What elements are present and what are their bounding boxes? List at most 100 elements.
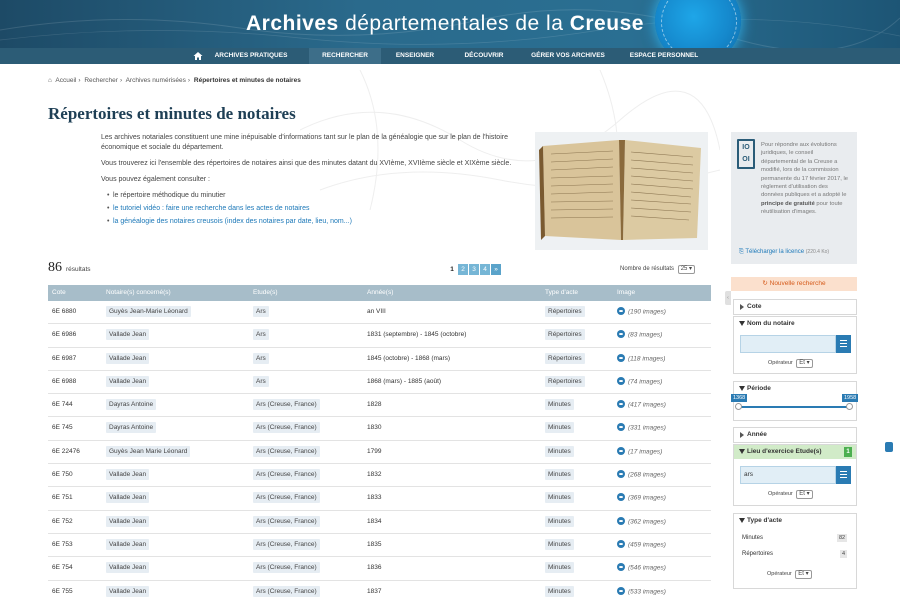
breadcrumb-archives-numerisees[interactable]: Archives numérisées <box>126 77 186 84</box>
cell-type[interactable]: Minutes <box>545 399 574 411</box>
view-images-icon[interactable] <box>617 470 625 479</box>
cell-image[interactable]: (533 images) <box>617 586 666 596</box>
cell-type[interactable]: Minutes <box>545 538 574 550</box>
view-images-icon[interactable] <box>617 446 625 455</box>
col-notaire[interactable]: Notaire(s) concerné(s) <box>106 285 171 301</box>
facet-annee[interactable]: Année <box>733 427 857 443</box>
cell-image[interactable]: (459 images) <box>617 539 666 549</box>
cell-image[interactable]: (83 images) <box>617 330 662 339</box>
cell-image[interactable]: (17 images) <box>617 446 662 456</box>
page-3[interactable]: 3 <box>469 264 479 275</box>
cell-etude[interactable]: Ars <box>253 306 269 317</box>
view-images-icon[interactable] <box>617 516 625 525</box>
col-etude[interactable]: Etude(s) <box>253 285 278 301</box>
link-genealogie-notaires[interactable]: la généalogie des notaires creusois (ind… <box>113 218 352 225</box>
cell-notaire[interactable]: Vallade Jean <box>106 562 150 574</box>
next-page-button[interactable]: » <box>491 264 501 275</box>
cell-image[interactable]: (417 images) <box>617 400 666 409</box>
nom-notaire-input[interactable] <box>740 335 836 353</box>
cell-etude[interactable]: Ars (Creuse, France) <box>253 399 320 411</box>
cell-etude[interactable]: Ars (Creuse, France) <box>253 422 320 434</box>
facet-annee-header[interactable]: Année <box>734 428 856 442</box>
nav-decouvrir[interactable]: DÉCOUVRIR <box>458 48 510 64</box>
breadcrumb-rechercher[interactable]: Rechercher <box>84 77 118 84</box>
facet-cote[interactable]: Cote <box>733 299 857 315</box>
cell-etude[interactable]: Ars (Creuse, France) <box>253 445 320 457</box>
cell-notaire[interactable]: Vallade Jean <box>106 329 150 341</box>
breadcrumb-accueil[interactable]: Accueil <box>55 77 76 84</box>
cell-type[interactable]: Minutes <box>545 562 574 574</box>
facet-lieu-header[interactable]: Lieu d'exercice Etude(s) 1 <box>734 445 856 459</box>
cell-type[interactable]: Répertoires <box>545 352 585 364</box>
cell-image[interactable]: (369 images) <box>617 493 666 502</box>
link-tutoriel-video[interactable]: le tutoriel vidéo : faire une recherche … <box>113 205 310 212</box>
cell-image[interactable]: (268 images) <box>617 470 666 479</box>
accessibility-icon[interactable] <box>885 442 893 452</box>
cell-image[interactable]: (546 images) <box>617 563 666 572</box>
cell-notaire[interactable]: Vallade Jean <box>106 352 150 364</box>
home-icon[interactable] <box>193 51 203 61</box>
cell-etude[interactable]: Ars (Creuse, France) <box>253 515 320 527</box>
cell-notaire[interactable]: Guyès Jean-Marie Léonard <box>106 306 191 317</box>
view-images-icon[interactable] <box>617 423 625 432</box>
view-images-icon[interactable] <box>617 586 625 595</box>
view-images-icon[interactable] <box>617 330 625 339</box>
view-images-icon[interactable] <box>617 563 625 572</box>
cell-type[interactable]: Répertoires <box>545 375 585 387</box>
cell-type[interactable]: Minutes <box>545 515 574 527</box>
facet-nom-notaire-header[interactable]: Nom du notaire <box>734 317 856 331</box>
nom-notaire-list-button[interactable] <box>836 335 851 353</box>
cell-notaire[interactable]: Guyès Jean Marie Léonard <box>106 445 191 457</box>
nav-espace-personnel[interactable]: ESPACE PERSONNEL <box>628 48 700 64</box>
col-annee[interactable]: Année(s) <box>367 285 393 301</box>
cell-etude[interactable]: Ars <box>253 375 269 387</box>
view-images-icon[interactable] <box>617 400 625 409</box>
type-minutes[interactable]: Minutes <box>742 535 763 541</box>
view-images-icon[interactable] <box>617 307 625 315</box>
view-images-icon[interactable] <box>617 353 625 362</box>
cell-type[interactable]: Minutes <box>545 585 574 597</box>
per-page-select[interactable]: 25 ▾ <box>677 265 696 274</box>
cell-etude[interactable]: Ars (Creuse, France) <box>253 469 320 481</box>
periode-min-handle[interactable] <box>735 403 742 410</box>
page-2[interactable]: 2 <box>458 264 468 275</box>
cell-etude[interactable]: Ars <box>253 329 269 341</box>
cell-notaire[interactable]: Vallade Jean <box>106 585 150 597</box>
view-images-icon[interactable] <box>617 493 625 502</box>
cell-etude[interactable]: Ars <box>253 352 269 364</box>
cell-notaire[interactable]: Vallade Jean <box>106 469 150 481</box>
facet-cote-header[interactable]: Cote <box>734 300 856 314</box>
link-repertoire-methodique[interactable]: le répertoire méthodique du minutier <box>113 192 225 199</box>
cell-notaire[interactable]: Vallade Jean <box>106 492 150 504</box>
cell-notaire[interactable]: Vallade Jean <box>106 538 150 550</box>
page-4[interactable]: 4 <box>480 264 490 275</box>
facet-periode-header[interactable]: Période <box>734 382 856 396</box>
seal-logo[interactable] <box>655 0 741 48</box>
cell-image[interactable]: (74 images) <box>617 376 662 386</box>
cell-image[interactable]: (190 images) <box>617 307 666 316</box>
new-search-button[interactable]: ↻ Nouvelle recherche <box>731 277 857 291</box>
operator-select[interactable]: Et ▾ <box>796 490 813 499</box>
facet-type-acte-header[interactable]: Type d'acte <box>734 514 856 528</box>
lieu-input[interactable]: ars <box>740 466 836 484</box>
cell-type[interactable]: Minutes <box>545 492 574 504</box>
view-images-icon[interactable] <box>617 376 625 385</box>
nav-rechercher[interactable]: RECHERCHER <box>309 48 381 64</box>
cell-etude[interactable]: Ars (Creuse, France) <box>253 562 320 574</box>
cell-type[interactable]: Minutes <box>545 445 574 457</box>
sidebar-toggle[interactable]: ‹ <box>725 291 731 305</box>
cell-notaire[interactable]: Dayras Antoine <box>106 399 157 411</box>
site-title[interactable]: Archives départementales de la Creuse <box>246 12 644 36</box>
cell-notaire[interactable]: Vallade Jean <box>106 515 150 527</box>
cell-notaire[interactable]: Dayras Antoine <box>106 422 157 434</box>
col-type[interactable]: Type d'acte <box>545 285 578 301</box>
cell-type[interactable]: Minutes <box>545 422 574 434</box>
operator-select[interactable]: Et ▾ <box>795 570 812 579</box>
home-small-icon[interactable]: ⌂ <box>48 77 52 84</box>
view-images-icon[interactable] <box>617 539 625 548</box>
operator-select[interactable]: Et ▾ <box>796 359 813 368</box>
lieu-list-button[interactable] <box>836 466 851 484</box>
nav-enseigner[interactable]: ENSEIGNER <box>389 48 441 64</box>
cell-image[interactable]: (362 images) <box>617 516 666 526</box>
cell-type[interactable]: Répertoires <box>545 306 585 317</box>
